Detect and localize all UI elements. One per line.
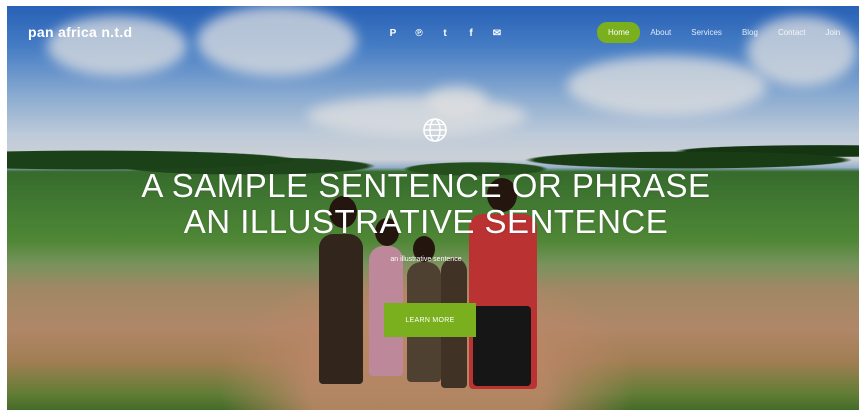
headline-line-1: A SAMPLE SENTENCE OR PHRASE bbox=[141, 167, 711, 204]
learn-more-button[interactable]: LEARN MORE bbox=[384, 303, 476, 337]
headline-line-2: AN ILLUSTRATIVE SENTENCE bbox=[183, 203, 669, 240]
nav-services[interactable]: Services bbox=[681, 22, 732, 43]
site-logo[interactable]: pan africa n.t.d bbox=[28, 24, 132, 40]
nav-about[interactable]: About bbox=[640, 22, 681, 43]
social-links: P ℗ t f ✉ bbox=[386, 26, 504, 40]
email-icon[interactable]: ✉ bbox=[490, 26, 504, 40]
hero-headline: A SAMPLE SENTENCE OR PHRASE AN ILLUSTRAT… bbox=[0, 168, 852, 240]
nav-contact[interactable]: Contact bbox=[768, 22, 816, 43]
main-nav: Home About Services Blog Contact Join bbox=[597, 22, 850, 43]
nav-join[interactable]: Join bbox=[816, 22, 851, 43]
facebook-icon[interactable]: f bbox=[464, 26, 478, 40]
nav-home[interactable]: Home bbox=[597, 22, 641, 43]
pinterest-icon[interactable]: P bbox=[386, 26, 400, 40]
globe-icon bbox=[423, 118, 447, 142]
pinterest-icon[interactable]: ℗ bbox=[412, 26, 426, 40]
nav-blog[interactable]: Blog bbox=[732, 22, 768, 43]
hero-subtext: an illustrative sentence bbox=[390, 256, 462, 263]
twitter-icon[interactable]: t bbox=[438, 26, 452, 40]
